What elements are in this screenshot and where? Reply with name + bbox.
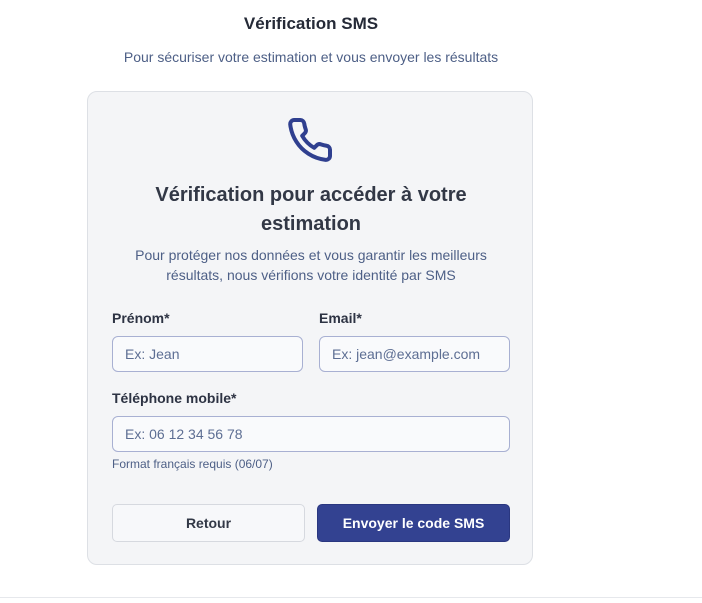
phone-format-hint: Format français requis (06/07) (112, 457, 273, 471)
email-input[interactable] (319, 336, 510, 372)
divider (0, 597, 702, 598)
phone-label: Téléphone mobile* (112, 390, 237, 406)
page-title: Vérification SMS (243, 14, 379, 33)
email-label: Email* (319, 310, 362, 326)
page-subtitle: Pour sécuriser votre estimation et vous … (123, 49, 499, 65)
phone-icon (286, 116, 334, 164)
first-name-label: Prénom* (112, 310, 170, 326)
phone-input[interactable] (112, 416, 510, 452)
first-name-input[interactable] (112, 336, 303, 372)
card-title: Vérification pour accéder à votre estima… (155, 184, 467, 235)
verification-card: Vérification pour accéder à votre estima… (87, 91, 533, 565)
send-sms-code-button[interactable]: Envoyer le code SMS (317, 504, 510, 542)
back-button[interactable]: Retour (112, 504, 305, 542)
page: Vérification SMS Pour sécuriser votre es… (0, 0, 702, 603)
card-description: Pour protéger nos données et vous garant… (135, 247, 487, 283)
